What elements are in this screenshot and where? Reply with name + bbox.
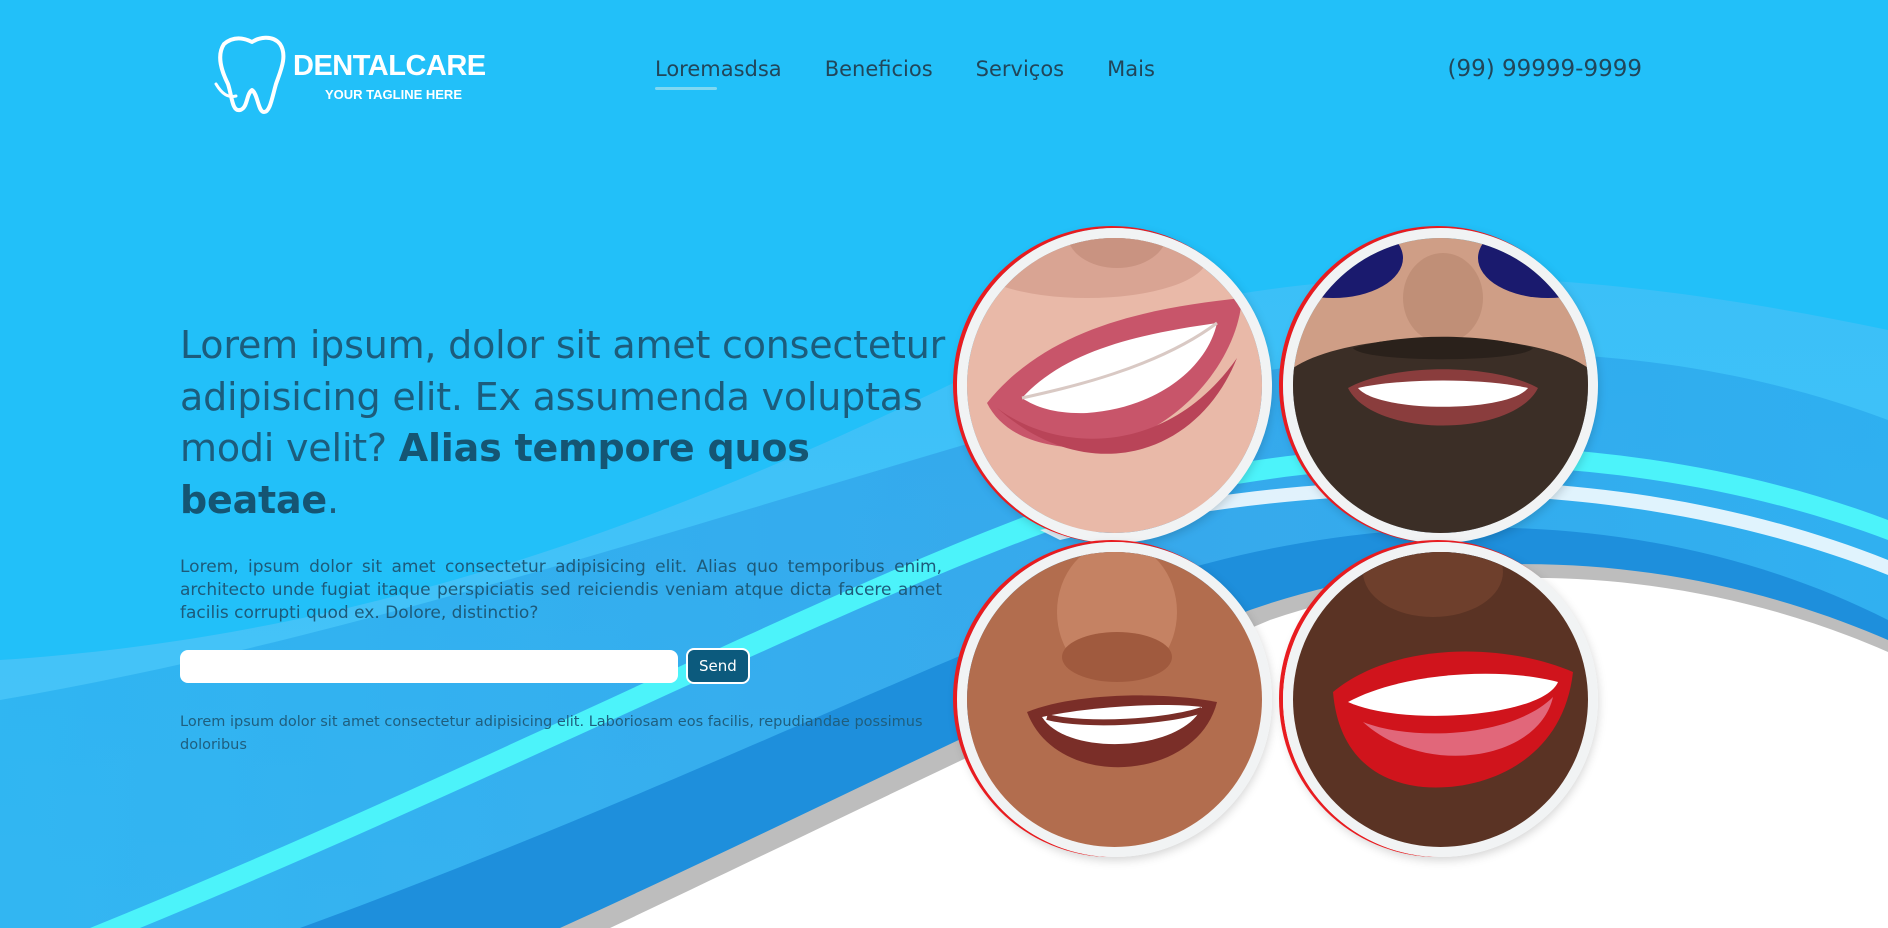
brand-logo[interactable]: DENTALCARE YOUR TAGLINE HERE — [214, 32, 504, 120]
main-nav: Loremasdsa Beneficios Serviços Mais — [655, 57, 1198, 92]
hero-headline: Lorem ipsum, dolor sit amet consectetur … — [180, 320, 946, 526]
nav-item-loremasdsa[interactable]: Loremasdsa — [655, 57, 782, 92]
smile-photo-woman-pink-lips — [957, 228, 1272, 543]
smile-photo-man-beard-sunglasses — [1283, 228, 1598, 543]
tooth-icon — [214, 35, 286, 114]
nav-item-beneficios[interactable]: Beneficios — [825, 57, 933, 92]
phone-number[interactable]: (99) 99999-9999 — [1447, 56, 1642, 82]
nav-item-servicos[interactable]: Serviços — [976, 57, 1064, 92]
signup-form: Send — [180, 648, 946, 684]
brand-name: DENTALCARE — [293, 50, 486, 82]
email-input[interactable] — [180, 649, 678, 683]
brand-tagline: YOUR TAGLINE HERE — [325, 87, 462, 102]
headline-end: . — [327, 477, 339, 522]
send-button[interactable]: Send — [686, 648, 750, 684]
smile-photo-child — [957, 542, 1272, 857]
smile-photo-woman-red-lips — [1283, 542, 1598, 857]
site-header: DENTALCARE YOUR TAGLINE HERE Loremasdsa … — [0, 0, 1888, 150]
hero-paragraph: Lorem, ipsum dolor sit amet consectetur … — [180, 557, 942, 623]
nav-item-mais[interactable]: Mais — [1107, 57, 1155, 92]
hero-note: Lorem ipsum dolor sit amet consectetur a… — [180, 714, 923, 753]
hero-section: Lorem ipsum, dolor sit amet consectetur … — [180, 320, 946, 757]
